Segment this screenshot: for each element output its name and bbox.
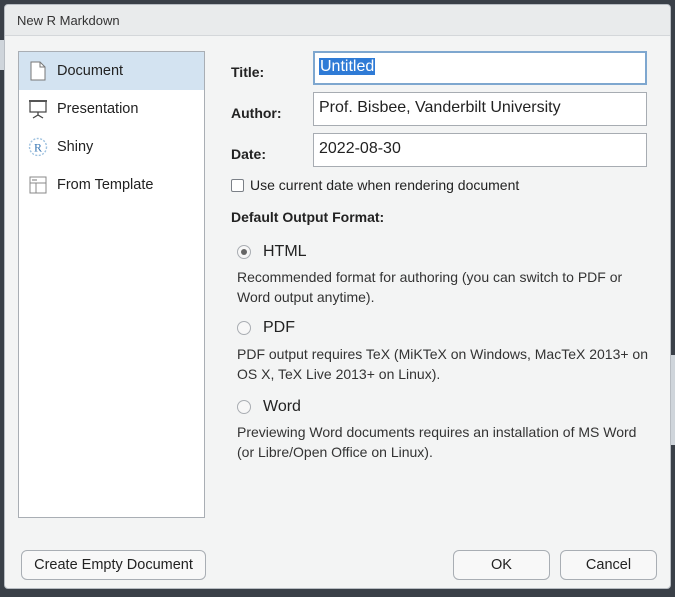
output-format-heading: Default Output Format: [231, 209, 385, 225]
document-type-list: Document Presentation R Shiny From Templ… [18, 51, 205, 518]
date-label: Date: [231, 146, 267, 162]
radio-option-pdf[interactable]: PDF [237, 319, 295, 337]
sidebar-item-shiny[interactable]: R Shiny [19, 128, 204, 166]
use-current-date-option[interactable]: Use current date when rendering document [231, 177, 519, 193]
document-icon [27, 60, 49, 82]
svg-text:R: R [34, 141, 42, 155]
cancel-button[interactable]: Cancel [560, 550, 657, 580]
radio-label: PDF [263, 319, 295, 336]
use-current-date-checkbox[interactable] [231, 178, 244, 192]
title-input-value: Untitled [319, 58, 376, 75]
sidebar-item-document[interactable]: Document [19, 52, 204, 90]
pdf-radio[interactable] [237, 321, 251, 335]
sidebar-item-label: Presentation [57, 101, 139, 117]
title-label: Title: [231, 64, 265, 80]
new-r-markdown-dialog: New R Markdown Document Presentation R S… [4, 4, 671, 589]
word-radio[interactable] [237, 400, 251, 414]
date-input[interactable]: 2022-08-30 [313, 133, 647, 167]
template-icon [27, 174, 49, 196]
create-empty-document-button[interactable]: Create Empty Document [21, 550, 206, 580]
use-current-date-label: Use current date when rendering document [250, 177, 520, 193]
html-description: Recommended format for authoring (you ca… [237, 269, 623, 305]
sidebar-item-label: From Template [57, 177, 154, 193]
pdf-description: PDF output requires TeX (MiKTeX on Windo… [237, 346, 648, 382]
word-description: Previewing Word documents requires an in… [237, 424, 637, 460]
radio-option-word[interactable]: Word [237, 398, 301, 416]
radio-label: Word [263, 398, 301, 415]
background-fragment [671, 355, 675, 445]
dialog-title: New R Markdown [17, 13, 120, 28]
author-input[interactable]: Prof. Bisbee, Vanderbilt University [313, 92, 647, 126]
shiny-icon: R [27, 136, 49, 158]
sidebar-item-label: Document [57, 63, 124, 79]
title-input[interactable]: Untitled [313, 51, 647, 85]
sidebar-item-from-template[interactable]: From Template [19, 166, 204, 204]
ok-button[interactable]: OK [453, 550, 550, 580]
sidebar-item-label: Shiny [57, 139, 94, 155]
sidebar-item-presentation[interactable]: Presentation [19, 90, 204, 128]
author-label: Author: [231, 105, 282, 121]
presentation-icon [27, 98, 49, 120]
radio-label: HTML [263, 243, 307, 260]
html-radio[interactable] [237, 245, 251, 259]
radio-option-html[interactable]: HTML [237, 243, 307, 261]
dialog-titlebar[interactable]: New R Markdown [5, 5, 670, 36]
